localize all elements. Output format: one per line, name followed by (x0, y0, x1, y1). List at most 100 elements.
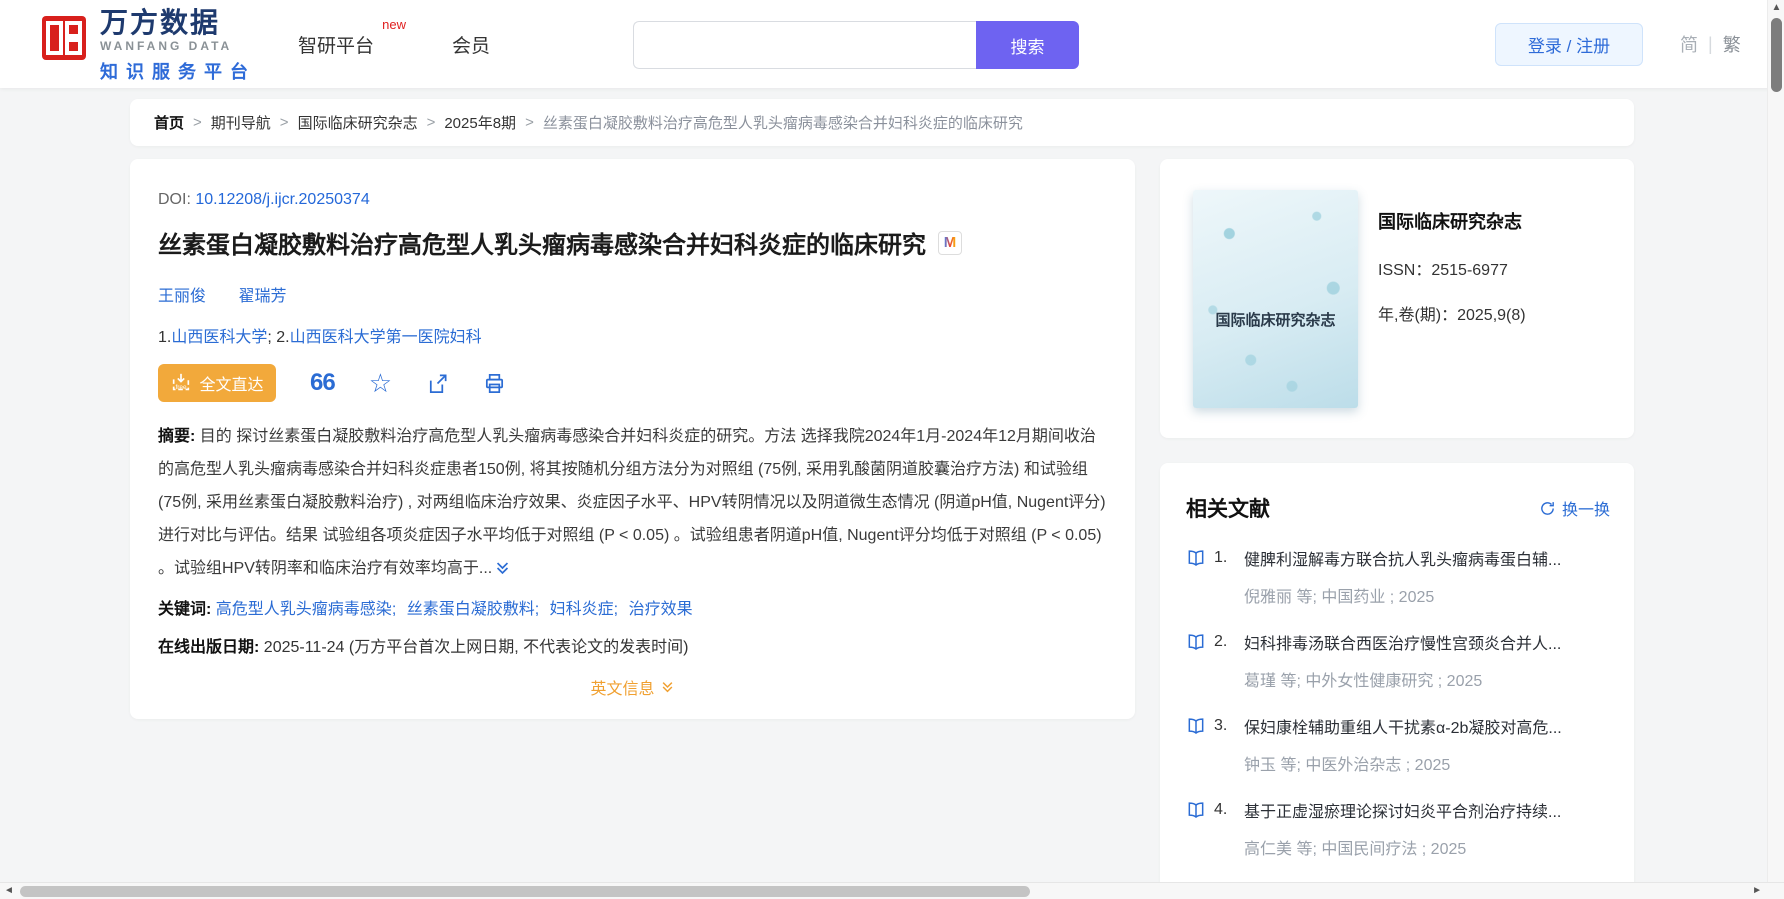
english-info-toggle[interactable]: 英文信息 (590, 675, 674, 699)
journal-cover[interactable]: 国际临床研究杂志 (1193, 190, 1358, 408)
related-item-meta: 葛瑾 等; 中外女性健康研究 ; 2025 (1244, 673, 1483, 690)
english-info-label: 英文信息 (590, 681, 655, 698)
pubdate-note: (万方平台首次上网日期, 不代表论文的发表时间) (348, 639, 689, 656)
refresh-icon (1541, 501, 1554, 515)
article-title: 丝素蛋白凝胶敷料治疗高危型人乳头瘤病毒感染合并妇科炎症的临床研究 (158, 232, 926, 259)
vertical-scroll-thumb[interactable] (1771, 18, 1782, 92)
scroll-left-arrow-icon[interactable]: ◄ (4, 885, 14, 896)
lang-simplified[interactable]: 简 (1680, 31, 1698, 57)
lang-traditional[interactable]: 繁 (1723, 31, 1741, 57)
doi-link[interactable]: 10.12208/j.ijcr.20250374 (195, 191, 369, 208)
vertical-scrollbar[interactable]: ▲ (1767, 0, 1784, 882)
author-link[interactable]: 王丽俊 (158, 288, 206, 305)
breadcrumb-separator: > (279, 114, 289, 131)
keyword-link[interactable]: 丝素蛋白凝胶敷料 (407, 601, 535, 618)
cite-icon[interactable]: 66 (310, 371, 336, 395)
affiliations-row: 1.山西医科大学; 2.山西医科大学第一医院妇科 (158, 323, 1107, 347)
new-badge: new (382, 16, 407, 32)
favorite-star-icon[interactable]: ☆ (369, 370, 392, 396)
article-card: DOI: 10.12208/j.ijcr.20250374 丝素蛋白凝胶敷料治疗… (130, 159, 1135, 719)
logo-texts: 万方数据 WANFANG DATA 知识服务平台 (100, 8, 256, 84)
nav-member-label: 会员 (452, 35, 491, 57)
journal-card: 国际临床研究杂志 国际临床研究杂志 ISSN：2515-6977 年,卷(期)：… (1160, 159, 1634, 438)
affiliation-num: 1. (158, 329, 172, 346)
book-icon (1186, 716, 1206, 736)
keyword-separator: ; (391, 601, 397, 618)
issn-label: ISSN： (1378, 262, 1432, 279)
share-icon[interactable] (426, 372, 449, 395)
doi-row: DOI: 10.12208/j.ijcr.20250374 (158, 191, 1107, 209)
related-item-meta: 钟玉 等; 中医外治杂志 ; 2025 (1244, 757, 1451, 774)
horizontal-scroll-thumb[interactable] (20, 886, 1030, 897)
abstract-label: 摘要: (158, 428, 196, 445)
breadcrumb-journal[interactable]: 国际临床研究杂志 (298, 112, 418, 133)
article-actions: free 全文直达 66 ☆ (158, 364, 1107, 402)
related-item-meta: 倪雅丽 等; 中国药业 ; 2025 (1244, 589, 1435, 606)
related-item-num: 4. (1214, 801, 1228, 818)
abstract-expand-icon[interactable] (494, 556, 511, 589)
keywords-row: 关键词: 高危型人乳头瘤病毒感染; 丝素蛋白凝胶敷料; 妇科炎症; 治疗效果 (158, 595, 1107, 619)
login-register-button[interactable]: 登录 / 注册 (1495, 23, 1643, 66)
book-icon (1186, 548, 1206, 568)
related-title: 相关文献 (1186, 498, 1270, 521)
affiliation-link[interactable]: 山西医科大学第一医院妇科 (290, 329, 482, 346)
affiliation-separator: ; (267, 329, 272, 346)
wanfang-logo-icon (42, 16, 86, 60)
brand-name-cn: 万方数据 (100, 7, 221, 38)
breadcrumb: 首页 > 期刊导航 > 国际临床研究杂志 > 2025年8期 > 丝素蛋白凝胶敷… (130, 99, 1634, 146)
related-item-title[interactable]: 妇科排毒汤联合西医治疗慢性宫颈炎合并人... (1244, 630, 1610, 654)
affiliation-num: 2. (276, 329, 290, 346)
pubdate-value: 2025-11-24 (263, 639, 345, 656)
search-input[interactable] (633, 21, 976, 69)
fulltext-button[interactable]: free 全文直达 (158, 364, 276, 402)
print-icon[interactable] (483, 372, 506, 395)
refresh-related-button[interactable]: 换一换 (1539, 496, 1610, 520)
related-item-title[interactable]: 基于正虚湿瘀理论探讨妇炎平合剂治疗持续... (1244, 798, 1610, 822)
keyword-link[interactable]: 治疗效果 (629, 601, 693, 618)
issn-value: 2515-6977 (1431, 262, 1508, 279)
related-item: 4. 基于正虚湿瘀理论探讨妇炎平合剂治疗持续... 高仁美 等; 中国民间疗法 … (1186, 798, 1610, 859)
search-bar: 搜索 (633, 21, 1079, 69)
svg-text:free: free (176, 384, 187, 391)
lang-separator: | (1708, 33, 1713, 54)
related-item-num: 2. (1214, 633, 1228, 650)
related-item-title[interactable]: 健脾利湿解毒方联合抗人乳头瘤病毒蛋白辅... (1244, 546, 1610, 570)
breadcrumb-separator: > (193, 114, 202, 131)
keywords-label: 关键词: (158, 601, 212, 618)
scroll-up-arrow-icon[interactable]: ▲ (1768, 2, 1784, 13)
breadcrumb-issue[interactable]: 2025年8期 (444, 112, 516, 133)
top-nav: 智研平台 new 会员 (298, 0, 490, 88)
horizontal-scrollbar[interactable]: ◄ ► (0, 882, 1784, 899)
breadcrumb-journal-nav[interactable]: 期刊导航 (211, 112, 271, 133)
author-link[interactable]: 翟瑞芳 (238, 288, 286, 305)
wanfang-logo[interactable]: 万方数据 WANFANG DATA 知识服务平台 (40, 8, 256, 84)
abstract-block: 摘要: 目的 探讨丝素蛋白凝胶敷料治疗高危型人乳头瘤病毒感染合并妇科炎症的研究。… (158, 420, 1107, 589)
pubdate-label: 在线出版日期: (158, 639, 260, 656)
book-icon (1186, 632, 1206, 652)
pubdate-row: 在线出版日期: 2025-11-24 (万方平台首次上网日期, 不代表论文的发表… (158, 633, 1107, 657)
affiliation-link[interactable]: 山西医科大学 (171, 329, 267, 346)
related-item-num: 3. (1214, 717, 1228, 734)
journal-info: 国际临床研究杂志 ISSN：2515-6977 年,卷(期)：2025,9(8) (1378, 190, 1526, 438)
breadcrumb-home[interactable]: 首页 (154, 112, 184, 133)
fulltext-label: 全文直达 (199, 377, 264, 394)
nav-zhiyan-platform[interactable]: 智研平台 new (298, 17, 406, 58)
keyword-link[interactable]: 高危型人乳头瘤病毒感染 (216, 601, 392, 618)
journal-name[interactable]: 国际临床研究杂志 (1378, 208, 1526, 234)
nav-member[interactable]: 会员 (452, 31, 490, 58)
search-button[interactable]: 搜索 (976, 21, 1079, 69)
language-switch: 简 | 繁 (1680, 0, 1741, 88)
med-badge-icon[interactable]: M (938, 230, 962, 255)
scroll-right-arrow-icon[interactable]: ► (1752, 885, 1762, 896)
abstract-text: 目的 探讨丝素蛋白凝胶敷料治疗高危型人乳头瘤病毒感染合并妇科炎症的研究。方法 选… (158, 428, 1106, 577)
related-item-num: 1. (1214, 549, 1228, 566)
breadcrumb-separator: > (426, 114, 436, 131)
related-item: 3. 保妇康栓辅助重组人干扰素α-2b凝胶对高危... 钟玉 等; 中医外治杂志… (1186, 714, 1610, 775)
related-item: 1. 健脾利湿解毒方联合抗人乳头瘤病毒蛋白辅... 倪雅丽 等; 中国药业 ; … (1186, 546, 1610, 607)
keyword-separator: ; (534, 601, 540, 618)
book-icon (1186, 800, 1206, 820)
related-item-meta: 高仁美 等; 中国民间疗法 ; 2025 (1244, 841, 1467, 858)
related-item-title[interactable]: 保妇康栓辅助重组人干扰素α-2b凝胶对高危... (1244, 714, 1610, 738)
keyword-link[interactable]: 妇科炎症 (550, 601, 614, 618)
authors-row: 王丽俊 翟瑞芳 (158, 282, 1107, 306)
